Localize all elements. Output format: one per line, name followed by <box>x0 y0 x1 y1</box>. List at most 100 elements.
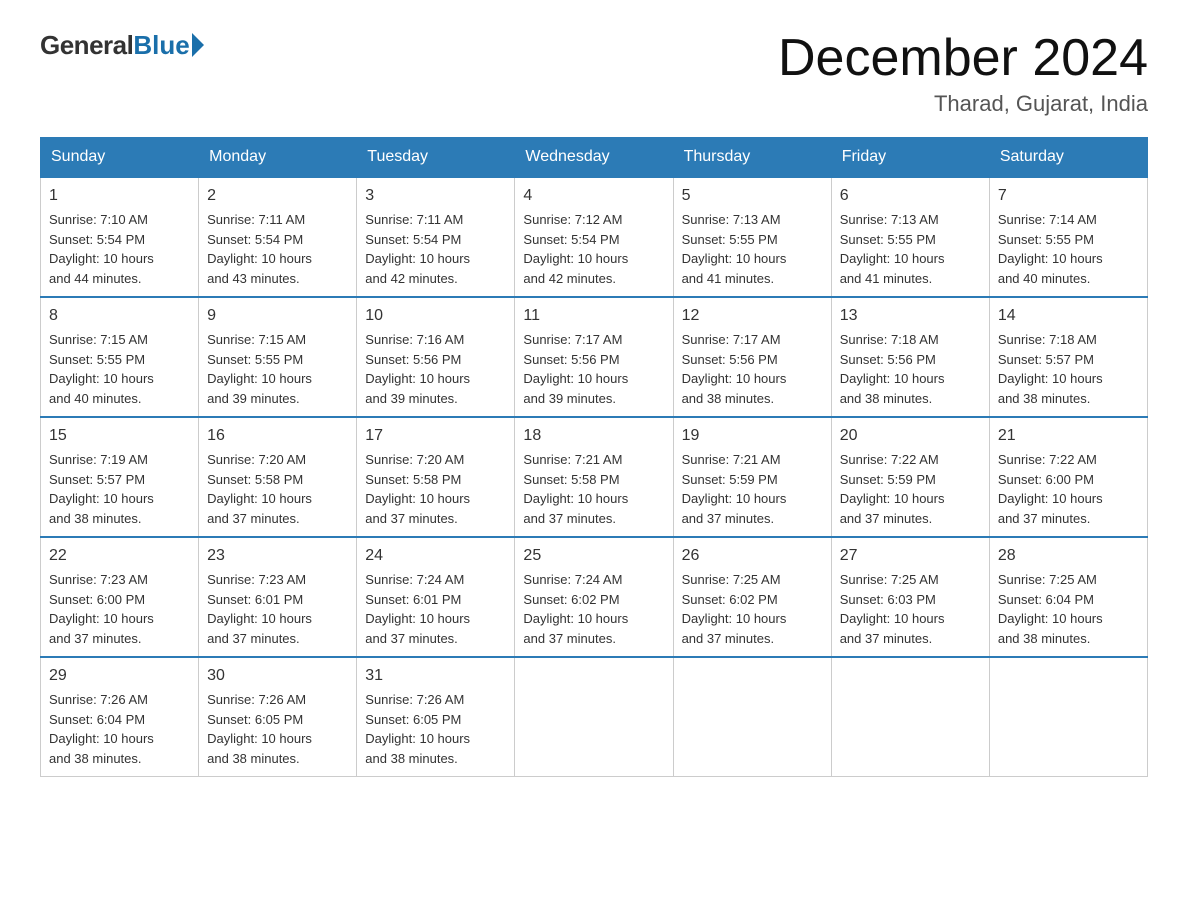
day-info: Sunrise: 7:23 AMSunset: 6:00 PMDaylight:… <box>49 572 154 646</box>
calendar-day-cell: 15 Sunrise: 7:19 AMSunset: 5:57 PMDaylig… <box>41 417 199 537</box>
day-info: Sunrise: 7:15 AMSunset: 5:55 PMDaylight:… <box>49 332 154 406</box>
column-header-tuesday: Tuesday <box>357 138 515 178</box>
calendar-day-cell: 6 Sunrise: 7:13 AMSunset: 5:55 PMDayligh… <box>831 177 989 297</box>
title-block: December 2024 Tharad, Gujarat, India <box>778 30 1148 117</box>
calendar-day-cell: 21 Sunrise: 7:22 AMSunset: 6:00 PMDaylig… <box>989 417 1147 537</box>
day-number: 27 <box>840 544 981 568</box>
calendar-week-row: 8 Sunrise: 7:15 AMSunset: 5:55 PMDayligh… <box>41 297 1148 417</box>
calendar-day-cell: 9 Sunrise: 7:15 AMSunset: 5:55 PMDayligh… <box>199 297 357 417</box>
day-number: 18 <box>523 424 664 448</box>
day-number: 2 <box>207 184 348 208</box>
calendar-week-row: 22 Sunrise: 7:23 AMSunset: 6:00 PMDaylig… <box>41 537 1148 657</box>
day-info: Sunrise: 7:13 AMSunset: 5:55 PMDaylight:… <box>682 212 787 286</box>
calendar-day-cell: 19 Sunrise: 7:21 AMSunset: 5:59 PMDaylig… <box>673 417 831 537</box>
day-info: Sunrise: 7:10 AMSunset: 5:54 PMDaylight:… <box>49 212 154 286</box>
logo-blue-text: Blue <box>133 30 189 61</box>
day-info: Sunrise: 7:23 AMSunset: 6:01 PMDaylight:… <box>207 572 312 646</box>
day-info: Sunrise: 7:18 AMSunset: 5:56 PMDaylight:… <box>840 332 945 406</box>
calendar-day-cell: 30 Sunrise: 7:26 AMSunset: 6:05 PMDaylig… <box>199 657 357 777</box>
day-number: 24 <box>365 544 506 568</box>
calendar-day-cell: 10 Sunrise: 7:16 AMSunset: 5:56 PMDaylig… <box>357 297 515 417</box>
day-info: Sunrise: 7:11 AMSunset: 5:54 PMDaylight:… <box>207 212 312 286</box>
calendar-week-row: 15 Sunrise: 7:19 AMSunset: 5:57 PMDaylig… <box>41 417 1148 537</box>
logo-general-text: General <box>40 30 133 61</box>
empty-cell <box>515 657 673 777</box>
calendar-week-row: 29 Sunrise: 7:26 AMSunset: 6:04 PMDaylig… <box>41 657 1148 777</box>
calendar-day-cell: 16 Sunrise: 7:20 AMSunset: 5:58 PMDaylig… <box>199 417 357 537</box>
calendar-day-cell: 2 Sunrise: 7:11 AMSunset: 5:54 PMDayligh… <box>199 177 357 297</box>
day-number: 8 <box>49 304 190 328</box>
empty-cell <box>831 657 989 777</box>
day-info: Sunrise: 7:25 AMSunset: 6:04 PMDaylight:… <box>998 572 1103 646</box>
day-number: 10 <box>365 304 506 328</box>
day-info: Sunrise: 7:17 AMSunset: 5:56 PMDaylight:… <box>523 332 628 406</box>
day-number: 28 <box>998 544 1139 568</box>
calendar-day-cell: 4 Sunrise: 7:12 AMSunset: 5:54 PMDayligh… <box>515 177 673 297</box>
day-number: 16 <box>207 424 348 448</box>
day-number: 26 <box>682 544 823 568</box>
day-number: 12 <box>682 304 823 328</box>
day-number: 3 <box>365 184 506 208</box>
day-number: 14 <box>998 304 1139 328</box>
day-info: Sunrise: 7:19 AMSunset: 5:57 PMDaylight:… <box>49 452 154 526</box>
day-number: 1 <box>49 184 190 208</box>
day-number: 5 <box>682 184 823 208</box>
column-header-friday: Friday <box>831 138 989 178</box>
day-info: Sunrise: 7:26 AMSunset: 6:05 PMDaylight:… <box>365 692 470 766</box>
day-number: 7 <box>998 184 1139 208</box>
calendar-day-cell: 23 Sunrise: 7:23 AMSunset: 6:01 PMDaylig… <box>199 537 357 657</box>
day-number: 21 <box>998 424 1139 448</box>
day-number: 9 <box>207 304 348 328</box>
calendar-day-cell: 17 Sunrise: 7:20 AMSunset: 5:58 PMDaylig… <box>357 417 515 537</box>
day-number: 29 <box>49 664 190 688</box>
page-header: General Blue December 2024 Tharad, Gujar… <box>40 30 1148 117</box>
calendar-day-cell: 24 Sunrise: 7:24 AMSunset: 6:01 PMDaylig… <box>357 537 515 657</box>
day-number: 30 <box>207 664 348 688</box>
column-header-sunday: Sunday <box>41 138 199 178</box>
day-info: Sunrise: 7:25 AMSunset: 6:03 PMDaylight:… <box>840 572 945 646</box>
day-info: Sunrise: 7:17 AMSunset: 5:56 PMDaylight:… <box>682 332 787 406</box>
calendar-day-cell: 27 Sunrise: 7:25 AMSunset: 6:03 PMDaylig… <box>831 537 989 657</box>
day-info: Sunrise: 7:26 AMSunset: 6:05 PMDaylight:… <box>207 692 312 766</box>
calendar-day-cell: 13 Sunrise: 7:18 AMSunset: 5:56 PMDaylig… <box>831 297 989 417</box>
day-number: 4 <box>523 184 664 208</box>
day-info: Sunrise: 7:13 AMSunset: 5:55 PMDaylight:… <box>840 212 945 286</box>
column-header-saturday: Saturday <box>989 138 1147 178</box>
logo: General Blue <box>40 30 204 61</box>
logo-triangle-icon <box>192 33 204 57</box>
calendar-day-cell: 18 Sunrise: 7:21 AMSunset: 5:58 PMDaylig… <box>515 417 673 537</box>
day-info: Sunrise: 7:21 AMSunset: 5:58 PMDaylight:… <box>523 452 628 526</box>
day-info: Sunrise: 7:22 AMSunset: 5:59 PMDaylight:… <box>840 452 945 526</box>
day-number: 23 <box>207 544 348 568</box>
day-number: 19 <box>682 424 823 448</box>
day-number: 6 <box>840 184 981 208</box>
calendar-day-cell: 29 Sunrise: 7:26 AMSunset: 6:04 PMDaylig… <box>41 657 199 777</box>
day-info: Sunrise: 7:26 AMSunset: 6:04 PMDaylight:… <box>49 692 154 766</box>
calendar-day-cell: 22 Sunrise: 7:23 AMSunset: 6:00 PMDaylig… <box>41 537 199 657</box>
day-info: Sunrise: 7:20 AMSunset: 5:58 PMDaylight:… <box>207 452 312 526</box>
calendar-day-cell: 11 Sunrise: 7:17 AMSunset: 5:56 PMDaylig… <box>515 297 673 417</box>
day-number: 13 <box>840 304 981 328</box>
day-number: 17 <box>365 424 506 448</box>
day-info: Sunrise: 7:21 AMSunset: 5:59 PMDaylight:… <box>682 452 787 526</box>
calendar-day-cell: 12 Sunrise: 7:17 AMSunset: 5:56 PMDaylig… <box>673 297 831 417</box>
calendar-day-cell: 26 Sunrise: 7:25 AMSunset: 6:02 PMDaylig… <box>673 537 831 657</box>
logo-blue-part: Blue <box>133 30 203 61</box>
location-title: Tharad, Gujarat, India <box>778 91 1148 117</box>
column-header-wednesday: Wednesday <box>515 138 673 178</box>
empty-cell <box>673 657 831 777</box>
calendar-week-row: 1 Sunrise: 7:10 AMSunset: 5:54 PMDayligh… <box>41 177 1148 297</box>
calendar-day-cell: 31 Sunrise: 7:26 AMSunset: 6:05 PMDaylig… <box>357 657 515 777</box>
day-number: 11 <box>523 304 664 328</box>
day-info: Sunrise: 7:16 AMSunset: 5:56 PMDaylight:… <box>365 332 470 406</box>
day-info: Sunrise: 7:25 AMSunset: 6:02 PMDaylight:… <box>682 572 787 646</box>
calendar-day-cell: 7 Sunrise: 7:14 AMSunset: 5:55 PMDayligh… <box>989 177 1147 297</box>
month-title: December 2024 <box>778 30 1148 87</box>
day-info: Sunrise: 7:15 AMSunset: 5:55 PMDaylight:… <box>207 332 312 406</box>
column-header-thursday: Thursday <box>673 138 831 178</box>
day-info: Sunrise: 7:12 AMSunset: 5:54 PMDaylight:… <box>523 212 628 286</box>
calendar-day-cell: 25 Sunrise: 7:24 AMSunset: 6:02 PMDaylig… <box>515 537 673 657</box>
day-info: Sunrise: 7:22 AMSunset: 6:00 PMDaylight:… <box>998 452 1103 526</box>
calendar-day-cell: 14 Sunrise: 7:18 AMSunset: 5:57 PMDaylig… <box>989 297 1147 417</box>
day-info: Sunrise: 7:14 AMSunset: 5:55 PMDaylight:… <box>998 212 1103 286</box>
